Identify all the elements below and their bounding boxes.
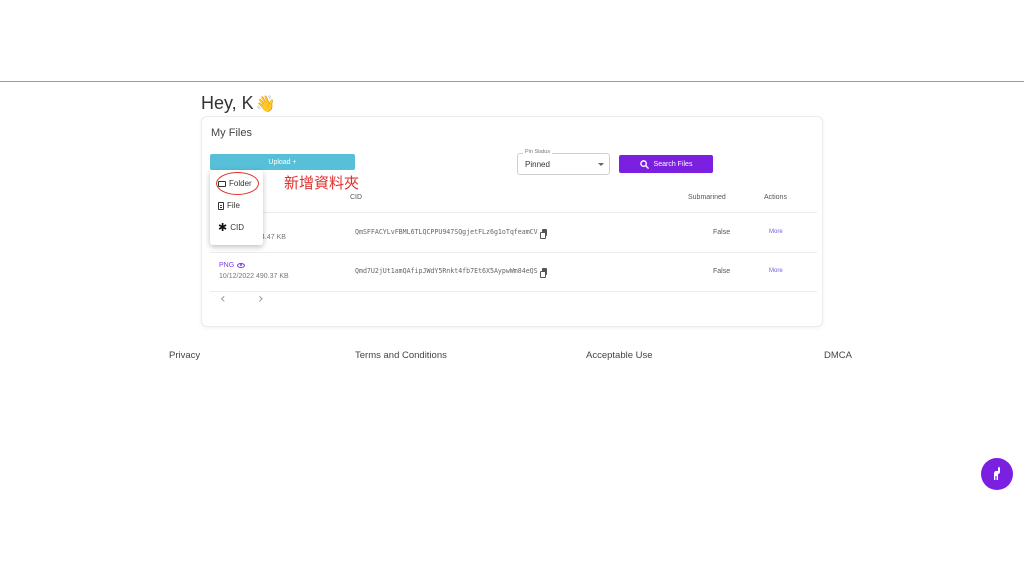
upload-button[interactable]: Upload + [210, 154, 355, 170]
asterisk-icon: ✱ [218, 221, 228, 234]
search-files-button[interactable]: Search Files [619, 155, 713, 173]
greeting: Hey, K 👋 [201, 93, 276, 114]
table-divider [210, 252, 817, 253]
wave-emoji-icon: 👋 [255, 95, 276, 113]
header-actions: Actions [764, 194, 787, 201]
search-icon [639, 159, 649, 169]
search-files-label: Search Files [653, 160, 693, 168]
pin-status-value: Pinned [525, 160, 550, 169]
table-divider [210, 291, 817, 292]
submarined-value: False [713, 268, 731, 275]
file-meta: 10/12/2022 490.37 KB [219, 273, 289, 280]
more-link[interactable]: More [769, 229, 783, 235]
cid-value: QmSFFACYLvFBML6TLQCPPU947SQgjetFLz6g1oTq… [355, 228, 547, 239]
submarined-value: False [713, 229, 731, 236]
footer-link-terms[interactable]: Terms and Conditions [355, 350, 447, 361]
upload-menu-label: CID [230, 223, 244, 232]
file-type-text: PNG [219, 262, 235, 269]
copy-icon[interactable] [539, 228, 547, 239]
cid-value: Qmd7U2jUt1amQAfipJWdY5Rnkt4fb7Et6X5AypwW… [355, 267, 547, 278]
cid-text: QmSFFACYLvFBML6TLQCPPU947SQgjetFLz6g1oTq… [355, 228, 538, 236]
pinata-llama-icon [994, 466, 1000, 480]
footer-link-dmca[interactable]: DMCA [824, 350, 852, 361]
upload-menu-label: File [227, 201, 240, 210]
pin-status-legend: Pin Status [523, 149, 553, 155]
help-chat-button[interactable] [981, 458, 1013, 490]
pager-prev-icon[interactable]: ‹ [220, 291, 226, 307]
header-submarined: Submarined [688, 194, 726, 201]
footer-link-acceptable-use[interactable]: Acceptable Use [586, 350, 653, 361]
greeting-text: Hey, K [201, 93, 254, 113]
card-title: My Files [211, 127, 252, 139]
table-divider [210, 212, 817, 213]
more-link[interactable]: More [769, 268, 783, 274]
header-divider [0, 81, 1024, 82]
pager-next-icon[interactable]: › [258, 291, 264, 307]
eye-icon[interactable] [237, 263, 246, 268]
file-meta: 4.47 KB [261, 234, 286, 241]
files-card: My Files Upload + Pin Status Pinned Sear… [201, 116, 823, 327]
file-icon [218, 201, 224, 210]
annotation-circle [216, 172, 259, 195]
file-type-link[interactable]: PNG [219, 262, 246, 269]
upload-menu-item-cid[interactable]: ✱ CID [218, 221, 244, 234]
footer-link-privacy[interactable]: Privacy [169, 350, 200, 361]
pin-status-select[interactable]: Pin Status Pinned [517, 149, 610, 175]
header-cid: CID [350, 194, 363, 201]
caret-down-icon [598, 163, 604, 166]
upload-menu-item-file[interactable]: File [218, 201, 240, 210]
copy-icon[interactable] [539, 267, 547, 278]
cid-text: Qmd7U2jUt1amQAfipJWdY5Rnkt4fb7Et6X5AypwW… [355, 267, 538, 275]
annotation-label: 新增資料夾 [284, 174, 360, 192]
